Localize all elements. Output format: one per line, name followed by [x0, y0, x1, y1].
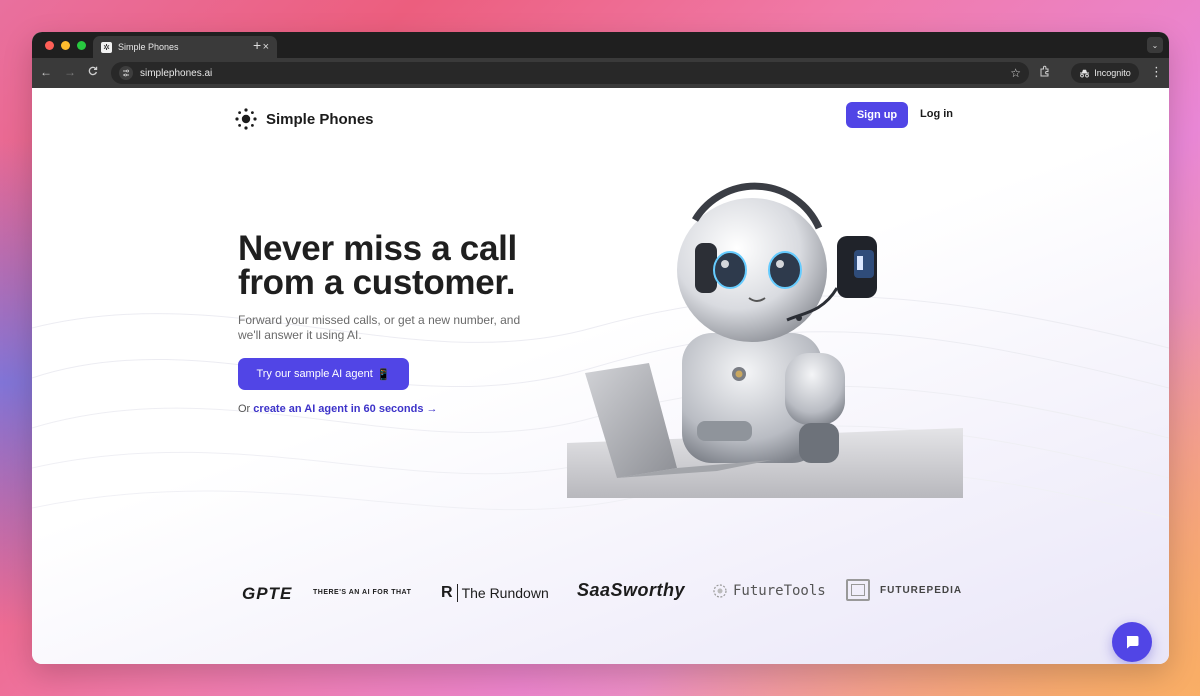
- gpte-logo[interactable]: GPTE: [242, 584, 292, 604]
- theres-an-ai-for-that-logo[interactable]: THERE'S AN AI FOR THAT: [313, 589, 411, 596]
- bookmark-star-icon[interactable]: ☆: [1010, 66, 1021, 80]
- robot-with-headset-illustration: [567, 182, 963, 498]
- futuretools-logo[interactable]: FutureTools: [712, 583, 826, 599]
- forward-icon[interactable]: →: [64, 65, 76, 79]
- hero-title: Never miss a call from a customer.: [238, 229, 517, 302]
- minimize-window-button[interactable]: [61, 41, 70, 50]
- press-logos-row: GPTE THERE'S AN AI FOR THAT R The Rundow…: [242, 578, 962, 608]
- futurepedia-icon: [846, 579, 870, 601]
- the-rundown-logo[interactable]: R The Rundown: [441, 584, 549, 602]
- or-prefix: Or: [238, 403, 251, 415]
- browser-toolbar: ← → simplephones.ai ☆ Incognito ⋮: [32, 58, 1169, 88]
- create-agent-link[interactable]: create an AI agent in 60 seconds →: [253, 403, 437, 415]
- tab-title: Simple Phones: [118, 42, 179, 52]
- phone-emoji-icon: 📱: [376, 368, 391, 381]
- tab-close-icon[interactable]: ×: [263, 41, 269, 53]
- chat-widget-button[interactable]: [1112, 622, 1152, 662]
- futuretools-icon: [713, 584, 727, 598]
- sign-up-button[interactable]: Sign up: [846, 102, 908, 128]
- rundown-text: The Rundown: [461, 585, 549, 601]
- hero-subtitle: Forward your missed calls, or get a new …: [238, 313, 521, 342]
- logo-icon: [235, 108, 257, 130]
- site-logo[interactable]: Simple Phones: [234, 107, 374, 131]
- address-bar[interactable]: simplephones.ai ☆: [111, 62, 1029, 84]
- tab-bar: ✲ Simple Phones × + ⌄: [32, 32, 1169, 58]
- incognito-label: Incognito: [1094, 68, 1131, 78]
- web-page: Simple Phones Sign up Log in Never miss …: [32, 88, 1169, 664]
- browser-window: ✲ Simple Phones × + ⌄ ← → simplephones.a…: [32, 32, 1169, 664]
- close-window-button[interactable]: [45, 41, 54, 50]
- navigation-controls: ← →: [40, 65, 98, 79]
- tab-search-icon[interactable]: ⌄: [1147, 37, 1163, 53]
- back-icon[interactable]: ←: [40, 65, 52, 79]
- maximize-window-button[interactable]: [77, 41, 86, 50]
- saasworthy-logo[interactable]: SaaSworthy: [577, 580, 685, 601]
- browser-tab[interactable]: ✲ Simple Phones ×: [93, 36, 277, 58]
- extensions-icon[interactable]: [1039, 65, 1051, 80]
- incognito-icon: [1080, 69, 1090, 77]
- url-text: simplephones.ai: [140, 67, 213, 79]
- reload-icon[interactable]: [88, 65, 98, 79]
- browser-menu-icon[interactable]: ⋮: [1150, 64, 1163, 80]
- incognito-indicator[interactable]: Incognito: [1071, 63, 1139, 83]
- new-tab-button[interactable]: +: [253, 37, 261, 53]
- futurepedia-logo[interactable]: FUTUREPEDIA: [846, 579, 962, 601]
- window-controls: [45, 41, 86, 50]
- chat-bubble-icon: [1126, 636, 1139, 649]
- log-in-link[interactable]: Log in: [920, 108, 953, 120]
- rundown-mark-icon: R: [441, 584, 458, 602]
- futuretools-text: FutureTools: [733, 583, 826, 599]
- site-settings-icon[interactable]: [119, 66, 133, 80]
- create-agent-line: Or create an AI agent in 60 seconds →: [238, 403, 438, 415]
- favicon-icon: ✲: [101, 41, 112, 53]
- futurepedia-text: FUTUREPEDIA: [880, 584, 963, 596]
- cta-label: Try our sample AI agent: [256, 368, 373, 380]
- try-sample-agent-button[interactable]: Try our sample AI agent 📱: [238, 358, 409, 390]
- logo-text: Simple Phones: [266, 110, 374, 128]
